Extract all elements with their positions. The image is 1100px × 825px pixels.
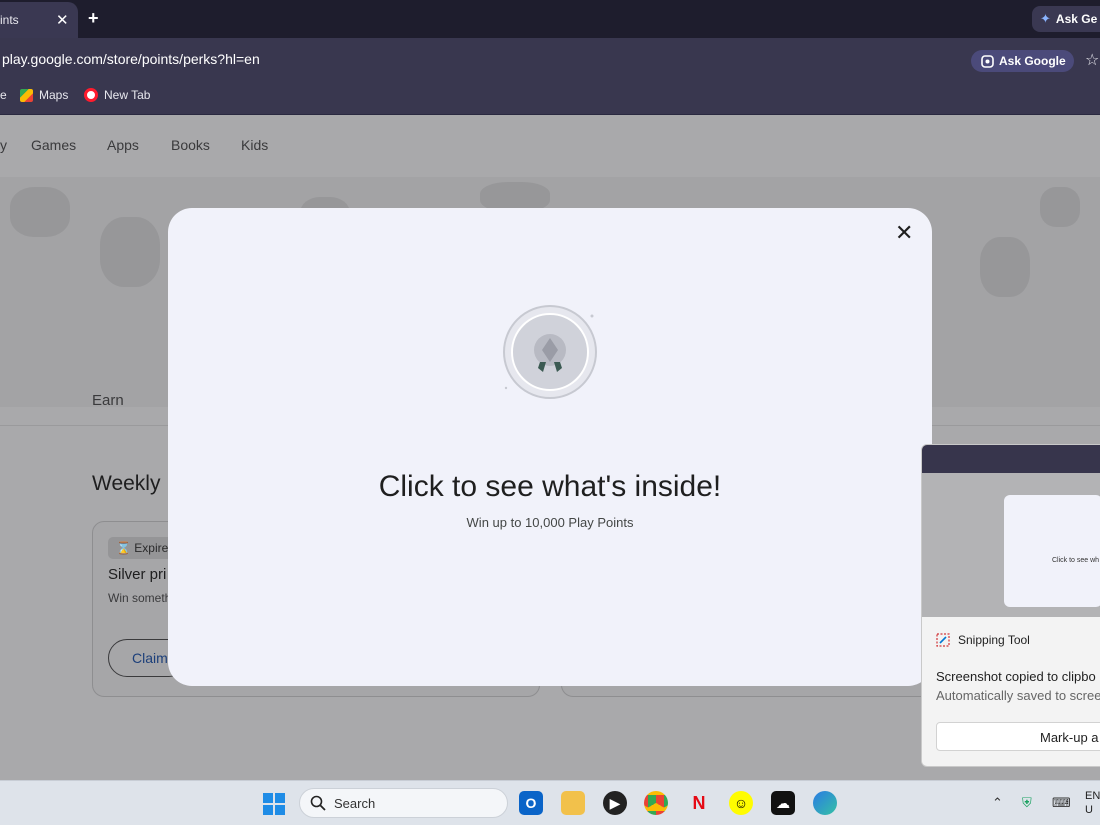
thumbnail-dialog: Click to see wh — [1004, 495, 1100, 607]
bookmark-label: New Tab — [104, 88, 151, 102]
tab-strip: ints ✕ + ✦ Ask Ge — [0, 0, 1100, 38]
tab-close-icon[interactable]: ✕ — [56, 11, 69, 29]
snipping-tool-icon — [936, 633, 950, 647]
ask-gemini-label: Ask Ge — [1055, 12, 1098, 26]
nav-item-kids[interactable]: Kids — [241, 137, 268, 153]
nav-item-games[interactable]: Games — [31, 137, 76, 153]
address-bar-row: play.google.com/store/points/perks?hl=en — [0, 38, 1100, 76]
start-tile — [275, 805, 285, 815]
dialog-close-icon[interactable]: ✕ — [895, 220, 913, 246]
new-tab-button[interactable]: + — [88, 8, 99, 29]
search-label: Search — [334, 795, 376, 811]
windows-taskbar: Search O ▶ N ☺ ☁ ⌃ ⛨ ⌨ EN U — [0, 780, 1100, 825]
windows-start-icon[interactable] — [263, 793, 285, 815]
perk-title: Silver pri — [108, 566, 167, 583]
language-indicator[interactable]: EN U — [1085, 789, 1100, 817]
snipping-tool-label: Snipping Tool — [958, 633, 1030, 647]
weekly-heading: Weekly — [92, 472, 161, 495]
hero-shape — [100, 217, 160, 287]
soundcloud-icon[interactable]: ☁ — [771, 791, 795, 815]
dialog-subtitle: Win up to 10,000 Play Points — [466, 515, 634, 530]
maps-icon — [20, 88, 33, 102]
nav-item-cut[interactable]: y — [0, 137, 7, 153]
hero-shape — [980, 237, 1030, 297]
ask-gemini-button[interactable]: ✦ Ask Ge — [1032, 6, 1100, 32]
bookmark-new-tab[interactable]: New Tab — [84, 88, 150, 102]
markup-button[interactable]: Mark-up a — [936, 722, 1100, 751]
lang-top: EN — [1085, 790, 1100, 802]
thumbnail-text: Click to see wh — [1052, 557, 1100, 564]
chevron-up-icon[interactable]: ⌃ — [992, 795, 1003, 811]
dialog-title: Click to see what's inside! — [378, 470, 722, 503]
thumbnail-browser-bar — [922, 445, 1100, 473]
notification-message: Screenshot copied to clipbo — [936, 669, 1096, 684]
snipping-tool-notification[interactable]: Click to see wh Snipping Tool Screenshot… — [921, 444, 1100, 767]
edge-icon[interactable] — [813, 791, 837, 815]
hero-shape — [1040, 187, 1080, 227]
taskbar-search[interactable]: Search — [299, 788, 508, 818]
nav-item-books[interactable]: Books — [171, 137, 210, 153]
tab-earn[interactable]: Earn — [92, 392, 124, 409]
netflix-icon[interactable]: N — [687, 791, 711, 815]
ask-google-button[interactable]: Ask Google — [971, 50, 1074, 72]
defender-icon[interactable]: ⛨ — [1022, 795, 1032, 811]
perk-subtitle: Win someth — [108, 591, 172, 605]
start-tile — [263, 805, 273, 815]
url-field[interactable]: play.google.com/store/points/perks?hl=en — [2, 51, 260, 67]
nav-item-apps[interactable]: Apps — [107, 137, 139, 153]
lens-icon — [981, 54, 994, 68]
bookmark-cut[interactable]: e — [0, 88, 7, 102]
bookmark-maps[interactable]: Maps — [20, 88, 68, 102]
silver-medal-icon[interactable] — [502, 304, 598, 400]
gemini-spark-icon: ✦ — [1040, 11, 1051, 26]
search-icon — [310, 795, 326, 811]
bookmark-star-icon[interactable]: ☆ — [1085, 50, 1099, 70]
chrome-icon[interactable] — [644, 791, 668, 815]
snapchat-icon[interactable]: ☺ — [729, 791, 753, 815]
ask-google-label: Ask Google — [999, 54, 1066, 68]
hero-shape — [10, 187, 70, 237]
file-explorer-icon[interactable] — [561, 791, 585, 815]
browser-tab-active[interactable]: ints ✕ — [0, 2, 78, 38]
notification-submessage: Automatically saved to scree — [936, 688, 1100, 703]
lang-bottom: U — [1085, 804, 1093, 816]
start-tile — [263, 793, 273, 803]
start-tile — [275, 793, 285, 803]
media-player-icon[interactable]: ▶ — [603, 791, 627, 815]
outlook-icon[interactable]: O — [519, 791, 543, 815]
bookmark-label: Maps — [39, 88, 69, 102]
opera-icon — [84, 88, 98, 102]
bookmarks-bar: e Maps New Tab — [0, 76, 1100, 115]
keyboard-icon[interactable]: ⌨ — [1052, 795, 1071, 811]
tab-title: ints — [0, 13, 19, 27]
screenshot-thumbnail[interactable]: Click to see wh — [922, 445, 1100, 617]
hourglass-icon: ⌛ — [116, 541, 131, 555]
mystery-reward-dialog: ✕ Click to see what's inside! Win up to … — [168, 208, 932, 686]
